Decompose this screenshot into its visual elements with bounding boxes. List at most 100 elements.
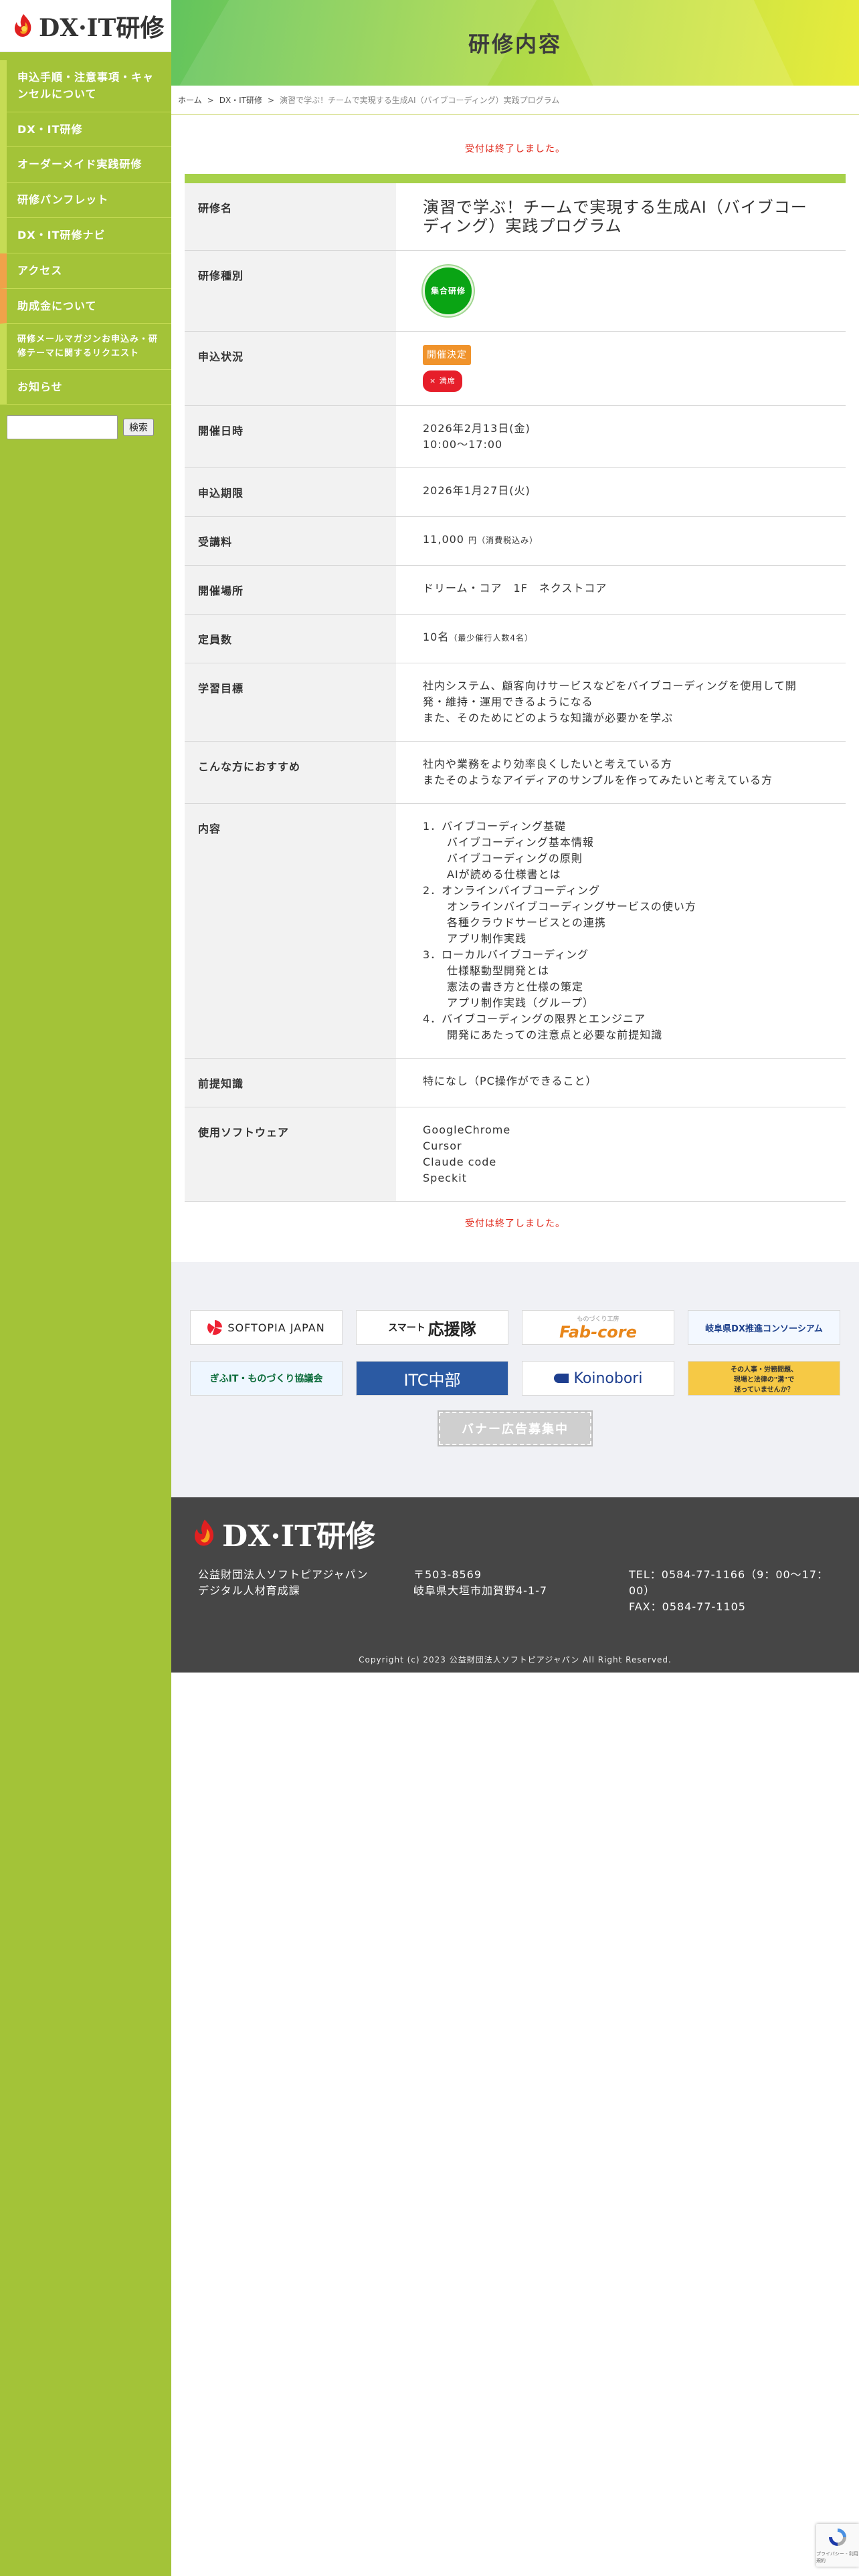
- banner-fabcore-label: Fab-core: [559, 1322, 637, 1341]
- recaptcha-badge[interactable]: プライバシー - 利用規約: [816, 2524, 859, 2567]
- course-deadline: 2026年1月27日(火): [423, 484, 531, 497]
- label-status: 申込状況: [185, 331, 396, 406]
- page-title: 研修内容: [468, 31, 562, 57]
- sidebar-nav: 申込手順・注意事項・キャンセルについて DX・IT研修 オーダーメイド実践研修 …: [0, 60, 171, 405]
- content-section: 3．ローカルバイブコーディング: [423, 948, 589, 961]
- sidebar-item-dx-it-training[interactable]: DX・IT研修: [0, 112, 171, 148]
- banner-ad-recruit-button[interactable]: バナー広告募集中: [438, 1410, 593, 1446]
- banner-hr-line: その人事・労務問題、: [731, 1366, 797, 1374]
- sidebar-search: 検索: [0, 405, 171, 450]
- label-goal: 学習目標: [185, 663, 396, 742]
- sidebar-item-mail-magazine[interactable]: 研修メールマガジンお申込み・研修テーマに関するリクエスト: [0, 324, 171, 370]
- content-subitem: バイブコーディング基本情報: [447, 836, 594, 849]
- closed-notice-bottom: 受付は終了しました。: [465, 1218, 565, 1229]
- sidebar-item-news[interactable]: お知らせ: [0, 369, 171, 405]
- course-fee: 11,000: [423, 533, 464, 546]
- banner-gifudx-label: 岐阜県DX推進コンソーシアム: [705, 1323, 823, 1334]
- content-subitem: オンラインバイブコーディングサービスの使い方: [447, 900, 696, 913]
- content-subitem: 開発にあたっての注意点と必要な前提知識: [447, 1029, 663, 1041]
- breadcrumb-separator: >: [268, 95, 275, 105]
- logo-text: DX·IT研修: [39, 13, 165, 42]
- row-status: 申込状況 開催決定 × 満席: [185, 331, 846, 406]
- content-subitem: アプリ制作実践: [447, 932, 527, 945]
- label-capacity: 定員数: [185, 614, 396, 663]
- footer-org: 公益財団法人ソフトピアジャパン デジタル人材育成課: [198, 1567, 368, 1599]
- label-venue: 開催場所: [185, 565, 396, 615]
- breadcrumb: ホーム > DX・IT研修 > 演習で学ぶ！チームで実現する生成AI（バイブコー…: [171, 86, 859, 115]
- row-capacity: 定員数 10名（最少催行人数4名）: [185, 614, 846, 663]
- software-item: Claude code: [423, 1156, 497, 1168]
- label-prereq: 前提知識: [185, 1058, 396, 1107]
- breadcrumb-current: 演習で学ぶ！チームで実現する生成AI（バイブコーディング）実践プログラム: [280, 96, 560, 105]
- software-item: Speckit: [423, 1172, 467, 1184]
- banner-itc-chubu[interactable]: ITC中部: [356, 1361, 508, 1396]
- banner-smart-support[interactable]: スマート 応援隊: [356, 1310, 508, 1345]
- row-prereq: 前提知識 特になし（PC操作ができること）: [185, 1058, 846, 1107]
- copyright: Copyright (c) 2023 公益財団法人ソフトピアジャパン All R…: [359, 1655, 672, 1665]
- banner-hr-line: 現場と法律の"溝"で: [733, 1376, 795, 1384]
- label-fee: 受講料: [185, 516, 396, 566]
- content-subitem: 憲法の書き方と仕様の策定: [447, 980, 584, 993]
- footer-contact: TEL：0584-77-1166（9：00〜17：00） FAX：0584-77…: [629, 1567, 830, 1615]
- koinobori-icon: [553, 1374, 569, 1383]
- footer-logo-text: DX·IT研修: [222, 1519, 375, 1553]
- sidebar-item-application[interactable]: 申込手順・注意事項・キャンセルについて: [0, 60, 171, 112]
- course-detail-table: 研修名 演習で学ぶ！チームで実現する生成AI（バイブコーディング）実践プログラム…: [185, 174, 846, 1202]
- banner-itc-label: ITC中部: [403, 1370, 461, 1390]
- sidebar: DX·IT研修 申込手順・注意事項・キャンセルについて DX・IT研修 オーダー…: [0, 0, 171, 2576]
- label-course-name: 研修名: [185, 179, 396, 251]
- banner-koinobori[interactable]: Koinobori: [522, 1361, 674, 1396]
- search-input[interactable]: [7, 415, 118, 440]
- content-subitem: 各種クラウドサービスとの連携: [447, 916, 606, 929]
- content-subitem: バイブコーディングの原則: [447, 852, 583, 865]
- course-goal-line: 社内システム、顧客向けサービスなどをバイブコーディングを使用して開発・維持・運用…: [423, 679, 797, 708]
- row-course-name: 研修名 演習で学ぶ！チームで実現する生成AI（バイブコーディング）実践プログラム: [185, 179, 846, 251]
- sidebar-item-access[interactable]: アクセス: [0, 253, 171, 289]
- content-section: 1．バイブコーディング基礎: [423, 820, 567, 833]
- footer-tel: TEL：0584-77-1166（9：00〜17：00）: [629, 1568, 829, 1597]
- course-date: 2026年2月13日(金): [423, 422, 531, 435]
- banner-koinobori-label: Koinobori: [573, 1370, 643, 1387]
- row-date: 開催日時 2026年2月13日(金) 10:00〜17:00: [185, 405, 846, 468]
- banner-softopia[interactable]: SOFTOPIA JAPAN: [190, 1310, 343, 1345]
- row-target: こんな方におすすめ 社内や業務をより効率良くしたいと考えている方 またそのような…: [185, 741, 846, 804]
- breadcrumb-category[interactable]: DX・IT研修: [219, 94, 262, 106]
- footer: DX·IT研修 公益財団法人ソフトピアジャパン デジタル人材育成課 〒503-8…: [171, 1497, 859, 1673]
- course-time: 10:00〜17:00: [423, 438, 503, 451]
- banner-hr-consult[interactable]: その人事・労務問題、 現場と法律の"溝"で 迷っていませんか？: [688, 1361, 840, 1396]
- course-prereq: 特になし（PC操作ができること）: [423, 1075, 597, 1087]
- main-content: 研修内容 ホーム > DX・IT研修 > 演習で学ぶ！チームで実現する生成AI（…: [171, 0, 859, 1673]
- banner-gifu-it[interactable]: ぎふIT・ものづくり協議会: [190, 1361, 343, 1396]
- course-goal-line: また、そのためにどのような知識が必要かを学ぶ: [423, 712, 674, 724]
- label-date: 開催日時: [185, 405, 396, 468]
- row-software: 使用ソフトウェア GoogleChrome Cursor Claude code…: [185, 1107, 846, 1202]
- sidebar-item-custom-training[interactable]: オーダーメイド実践研修: [0, 147, 171, 183]
- logo-flame-icon: [11, 13, 36, 39]
- footer-dept-name: デジタル人材育成課: [198, 1584, 300, 1597]
- content-subitem: アプリ制作実践（グループ）: [447, 996, 595, 1009]
- banner-fab-core[interactable]: ものづくり工房 Fab-core: [522, 1310, 674, 1345]
- course-capacity: 10名: [423, 631, 450, 643]
- course-content-list: 1．バイブコーディング基礎 バイブコーディング基本情報 バイブコーディングの原則 AI…: [423, 819, 819, 1043]
- breadcrumb-home[interactable]: ホーム: [178, 94, 202, 106]
- label-deadline: 申込期限: [185, 467, 396, 517]
- footer-logo[interactable]: DX·IT研修: [190, 1512, 375, 1555]
- sidebar-item-pamphlet[interactable]: 研修パンフレット: [0, 183, 171, 218]
- search-button[interactable]: 検索: [123, 419, 154, 437]
- banner-fabcore-sub: ものづくり工房: [577, 1315, 619, 1323]
- banner-gifu-dx[interactable]: 岐阜県DX推進コンソーシアム: [688, 1310, 840, 1345]
- label-target: こんな方におすすめ: [185, 741, 396, 804]
- status-full-badge: × 満席: [423, 370, 462, 392]
- software-item: Cursor: [423, 1140, 462, 1152]
- banner-smart-sub: 応援隊: [427, 1319, 476, 1339]
- sidebar-item-subsidy[interactable]: 助成金について: [0, 288, 171, 324]
- row-content: 内容 1．バイブコーディング基礎 バイブコーディング基本情報 バイブコーディングの原…: [185, 803, 846, 1059]
- course-target-line: 社内や業務をより効率良くしたいと考えている方: [423, 758, 672, 770]
- recaptcha-links[interactable]: プライバシー - 利用規約: [816, 2551, 859, 2564]
- row-venue: 開催場所 ドリーム・コア 1F ネクストコア: [185, 565, 846, 615]
- recaptcha-icon: [829, 2529, 846, 2546]
- site-logo[interactable]: DX·IT研修: [0, 0, 171, 52]
- sidebar-item-navi[interactable]: DX・IT研修ナビ: [0, 217, 171, 253]
- banner-gifuit-label: ぎふIT・ものづくり協議会: [209, 1374, 323, 1384]
- label-software: 使用ソフトウェア: [185, 1107, 396, 1202]
